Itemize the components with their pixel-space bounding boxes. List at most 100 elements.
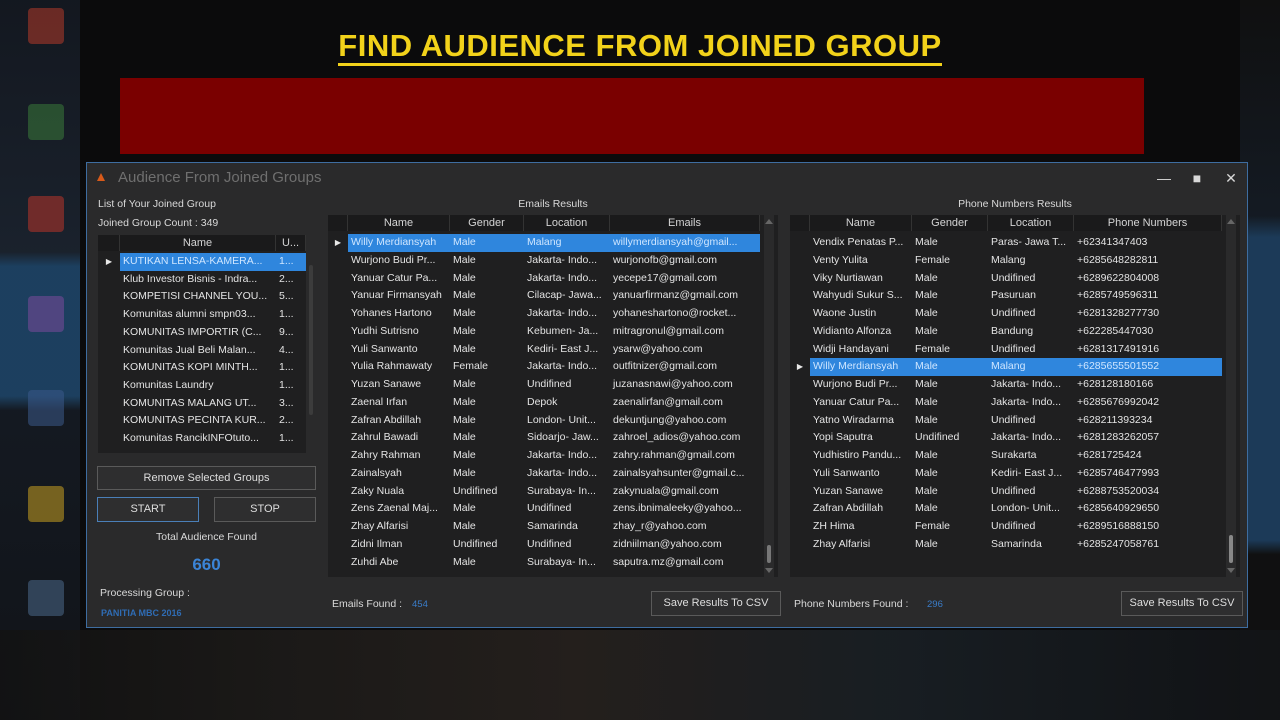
- table-cell[interactable]: mitragronul@gmail.com: [610, 323, 760, 341]
- row-header[interactable]: [328, 287, 348, 305]
- table-cell[interactable]: Zidni Ilman: [348, 536, 450, 554]
- row-header[interactable]: [328, 429, 348, 447]
- table-cell[interactable]: Male: [912, 394, 988, 412]
- table-row[interactable]: Zuhdi Abe Male Surabaya- In... saputra.mz@g…: [328, 554, 760, 572]
- table-cell[interactable]: juzanasnawi@yahoo.com: [610, 376, 760, 394]
- phones-table[interactable]: Name Gender Location Phone Numbers Vendi…: [790, 215, 1240, 577]
- table-cell[interactable]: Jakarta- Indo...: [524, 305, 610, 323]
- table-cell[interactable]: Male: [912, 536, 988, 554]
- row-header[interactable]: [98, 342, 120, 360]
- minimize-button[interactable]: —: [1153, 167, 1175, 189]
- remove-selected-groups-button[interactable]: Remove Selected Groups: [97, 466, 316, 490]
- table-row[interactable]: Yudhi Sutrisno Male Kebumen- Ja... mitragro…: [328, 323, 760, 341]
- table-row[interactable]: KOMUNITAS MALANG UT... 3...: [98, 395, 306, 413]
- table-cell[interactable]: Zafran Abdillah: [810, 500, 912, 518]
- table-row[interactable]: Yudhistiro Pandu... Male Surakarta +6281725…: [790, 447, 1222, 465]
- table-cell[interactable]: wurjonofb@gmail.com: [610, 252, 760, 270]
- table-cell[interactable]: Zens Zaenal Maj...: [348, 500, 450, 518]
- table-cell[interactable]: Yanuar Catur Pa...: [810, 394, 912, 412]
- row-header[interactable]: [790, 270, 810, 288]
- table-cell[interactable]: Surabaya- In...: [524, 554, 610, 572]
- table-cell[interactable]: +6285676992042: [1074, 394, 1222, 412]
- table-cell[interactable]: Male: [450, 394, 524, 412]
- table-cell[interactable]: Male: [450, 287, 524, 305]
- table-row[interactable]: Wurjono Budi Pr... Male Jakarta- Indo... wu…: [328, 252, 760, 270]
- table-cell[interactable]: +6288753520034: [1074, 483, 1222, 501]
- table-cell[interactable]: zainalsyahsunter@gmail.c...: [610, 465, 760, 483]
- column-header-name[interactable]: Name: [810, 215, 912, 231]
- row-header[interactable]: [328, 412, 348, 430]
- table-cell[interactable]: Yuzan Sanawe: [348, 376, 450, 394]
- table-cell[interactable]: Wurjono Budi Pr...: [348, 252, 450, 270]
- table-row[interactable]: Waone Justin Male Undifined +6281328277730: [790, 305, 1222, 323]
- table-cell[interactable]: 1...: [276, 377, 306, 395]
- table-cell[interactable]: Undifined: [524, 500, 610, 518]
- row-header[interactable]: [98, 377, 120, 395]
- table-cell[interactable]: Surakarta: [988, 447, 1074, 465]
- table-cell[interactable]: saputra.mz@gmail.com: [610, 554, 760, 572]
- table-cell[interactable]: Willy Merdiansyah: [348, 234, 450, 252]
- table-cell[interactable]: ZH Hima: [810, 518, 912, 536]
- stop-button[interactable]: STOP: [214, 497, 316, 522]
- table-cell[interactable]: London- Unit...: [988, 500, 1074, 518]
- row-header[interactable]: [328, 447, 348, 465]
- table-cell[interactable]: Viky Nurtiawan: [810, 270, 912, 288]
- table-cell[interactable]: 9...: [276, 324, 306, 342]
- table-row[interactable]: Komunitas Jual Beli Malan... 4...: [98, 342, 306, 360]
- table-row[interactable]: Yuzan Sanawe Male Undifined +6288753520034: [790, 483, 1222, 501]
- table-cell[interactable]: KOMUNITAS PECINTA KUR...: [120, 412, 276, 430]
- table-cell[interactable]: zahroel_adios@yahoo.com: [610, 429, 760, 447]
- table-cell[interactable]: Male: [912, 465, 988, 483]
- table-cell[interactable]: Male: [912, 234, 988, 252]
- start-button[interactable]: START: [97, 497, 199, 522]
- table-cell[interactable]: Male: [450, 376, 524, 394]
- table-cell[interactable]: +6285247058761: [1074, 536, 1222, 554]
- current-row-arrow-icon[interactable]: ▶: [790, 358, 810, 376]
- table-cell[interactable]: Widianto Alfonza: [810, 323, 912, 341]
- current-row-arrow-icon[interactable]: ▶: [328, 234, 348, 252]
- row-header[interactable]: [790, 341, 810, 359]
- table-row[interactable]: Viky Nurtiawan Male Undifined +628962280400…: [790, 270, 1222, 288]
- table-cell[interactable]: Male: [450, 429, 524, 447]
- table-row[interactable]: Zainalsyah Male Jakarta- Indo... zainalsyah…: [328, 465, 760, 483]
- table-row[interactable]: Yopi Saputra Undifined Jakarta- Indo... +62…: [790, 429, 1222, 447]
- table-cell[interactable]: Samarinda: [524, 518, 610, 536]
- table-cell[interactable]: Malang: [524, 234, 610, 252]
- table-row[interactable]: Widianto Alfonza Male Bandung +622285447030: [790, 323, 1222, 341]
- table-cell[interactable]: Depok: [524, 394, 610, 412]
- table-cell[interactable]: Zaky Nuala: [348, 483, 450, 501]
- table-cell[interactable]: Male: [912, 305, 988, 323]
- table-cell[interactable]: Jakarta- Indo...: [524, 447, 610, 465]
- table-row[interactable]: Klub Investor Bisnis - Indra... 2...: [98, 271, 306, 289]
- row-header[interactable]: [98, 359, 120, 377]
- row-header[interactable]: [328, 483, 348, 501]
- table-cell[interactable]: Sidoarjo- Jaw...: [524, 429, 610, 447]
- table-cell[interactable]: +6289622804008: [1074, 270, 1222, 288]
- table-cell[interactable]: Yulia Rahmawaty: [348, 358, 450, 376]
- current-row-arrow-icon[interactable]: ▶: [98, 253, 120, 271]
- table-cell[interactable]: Willy Merdiansyah: [810, 358, 912, 376]
- table-row[interactable]: KOMUNITAS PECINTA KUR... 2...: [98, 412, 306, 430]
- row-header[interactable]: [328, 518, 348, 536]
- table-cell[interactable]: KOMUNITAS KOPI MINTH...: [120, 359, 276, 377]
- table-cell[interactable]: Female: [912, 518, 988, 536]
- row-header[interactable]: [98, 324, 120, 342]
- row-header[interactable]: [328, 323, 348, 341]
- table-cell[interactable]: Samarinda: [988, 536, 1074, 554]
- scroll-thumb[interactable]: [767, 545, 771, 563]
- table-row[interactable]: Zhay Alfarisi Male Samarinda +6285247058761: [790, 536, 1222, 554]
- table-cell[interactable]: +6281328277730: [1074, 305, 1222, 323]
- table-row[interactable]: Komunitas RancikINFOtuto... 1...: [98, 430, 306, 448]
- scroll-down-icon[interactable]: [1227, 568, 1235, 573]
- row-header[interactable]: [790, 500, 810, 518]
- row-header[interactable]: [98, 430, 120, 448]
- table-row[interactable]: Zidni Ilman Undifined Undifined zidniilman@…: [328, 536, 760, 554]
- table-row[interactable]: Yuli Sanwanto Male Kediri- East J... ysarw@…: [328, 341, 760, 359]
- row-header[interactable]: [790, 483, 810, 501]
- table-cell[interactable]: 1...: [276, 253, 306, 271]
- table-cell[interactable]: Male: [912, 323, 988, 341]
- table-cell[interactable]: +6285746477993: [1074, 465, 1222, 483]
- column-header-location[interactable]: Location: [524, 215, 610, 231]
- table-cell[interactable]: +6285655501552: [1074, 358, 1222, 376]
- table-cell[interactable]: Zainalsyah: [348, 465, 450, 483]
